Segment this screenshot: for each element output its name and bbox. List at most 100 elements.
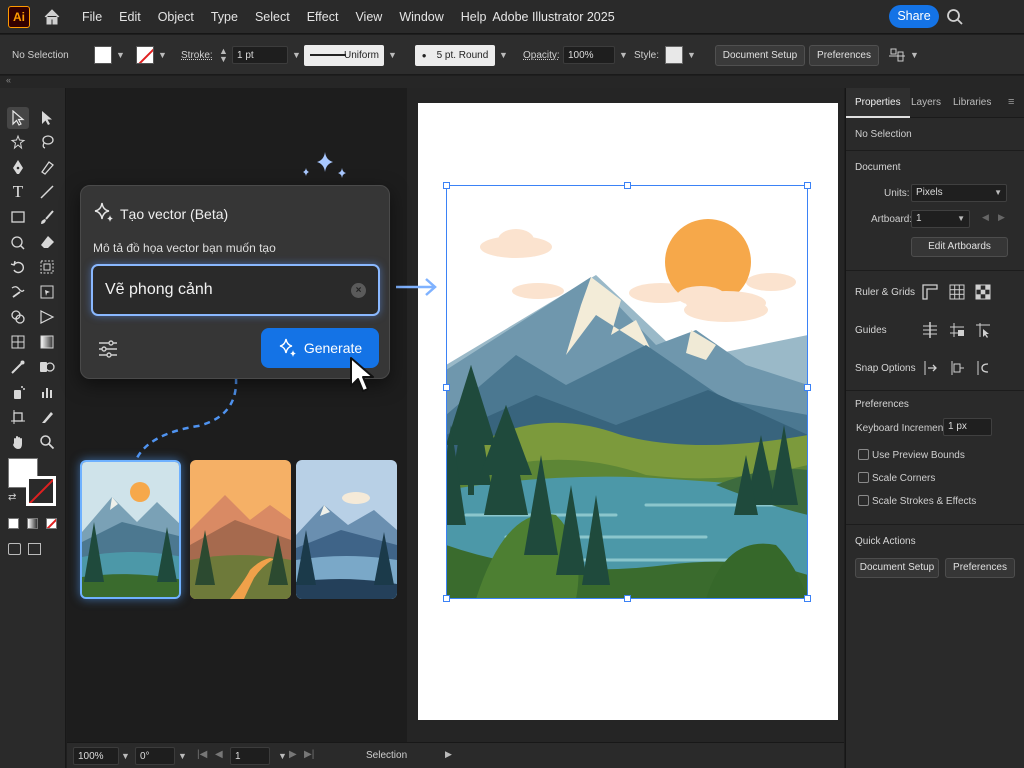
use-preview-bounds-checkbox[interactable] — [858, 449, 869, 460]
rotation-field[interactable]: 0° — [135, 747, 175, 765]
gradient-mode-icon[interactable] — [27, 518, 38, 529]
show-guides-icon[interactable] — [921, 321, 939, 339]
transparency-grid-icon[interactable] — [974, 283, 992, 301]
prompt-input[interactable]: Vẽ phong cảnh × — [91, 264, 380, 316]
lock-guides-icon[interactable] — [948, 321, 966, 339]
chevron-down-icon[interactable]: ▼ — [121, 751, 130, 761]
chevron-down-icon[interactable]: ▼ — [499, 50, 508, 60]
grid-icon[interactable] — [948, 283, 966, 301]
zoom-tool-icon[interactable] — [36, 431, 58, 453]
snap-to-glyph-icon[interactable] — [974, 359, 992, 377]
rectangle-tool-icon[interactable] — [7, 206, 29, 228]
stroke-swatch[interactable] — [136, 46, 154, 64]
resize-handle[interactable] — [443, 595, 450, 602]
chevron-down-icon[interactable]: ▼ — [158, 50, 167, 60]
variation-thumbnail-2[interactable] — [190, 460, 291, 599]
chevron-down-icon[interactable]: ▼ — [116, 50, 125, 60]
resize-handle[interactable] — [804, 182, 811, 189]
chevron-down-icon[interactable]: ▼ — [388, 50, 397, 60]
menu-object[interactable]: Object — [158, 10, 194, 24]
draw-mode-icon[interactable] — [8, 543, 21, 555]
tab-libraries[interactable]: Libraries — [953, 88, 991, 118]
none-mode-icon[interactable] — [46, 518, 57, 529]
free-transform-tool-icon[interactable] — [36, 281, 58, 303]
menu-file[interactable]: File — [82, 10, 102, 24]
menu-effect[interactable]: Effect — [307, 10, 339, 24]
shape-builder-tool-icon[interactable] — [7, 306, 29, 328]
previous-artboard-icon[interactable]: ◀ — [982, 212, 989, 223]
align-icon[interactable] — [888, 46, 906, 64]
hand-tool-icon[interactable] — [7, 431, 29, 453]
previous-artboard-icon[interactable]: ◀ — [215, 749, 223, 760]
home-icon[interactable] — [42, 7, 62, 27]
clear-icon[interactable]: × — [351, 283, 366, 298]
resize-handle[interactable] — [624, 595, 631, 602]
chevron-down-icon[interactable]: ▼ — [178, 751, 187, 761]
scale-strokes-effects-checkbox[interactable] — [858, 495, 869, 506]
variable-width-profile[interactable]: Uniform — [304, 44, 384, 66]
selection-bounding-box[interactable] — [446, 185, 808, 599]
first-artboard-icon[interactable]: |◀ — [197, 749, 207, 760]
blend-tool-icon[interactable] — [36, 356, 58, 378]
mesh-tool-icon[interactable] — [7, 331, 29, 353]
graph-tool-icon[interactable] — [36, 381, 58, 403]
quick-preferences-button[interactable]: Preferences — [945, 558, 1015, 578]
curvature-tool-icon[interactable] — [36, 156, 58, 178]
graphic-style-swatch[interactable] — [665, 46, 683, 64]
brush-definition[interactable]: ● 5 pt. Round — [415, 44, 495, 66]
snap-to-point-icon[interactable] — [921, 359, 939, 377]
tab-layers[interactable]: Layers — [911, 88, 941, 118]
stroke-color-swatch[interactable] — [26, 476, 56, 506]
gradient-tool-icon[interactable] — [36, 331, 58, 353]
menu-select[interactable]: Select — [255, 10, 290, 24]
stepper-icon[interactable]: ▲ ▼ — [219, 47, 228, 64]
chevron-down-icon[interactable]: ▼ — [278, 751, 287, 761]
rotate-tool-icon[interactable] — [7, 256, 29, 278]
opacity-field[interactable]: 100% — [563, 46, 615, 64]
perspective-grid-tool-icon[interactable] — [36, 306, 58, 328]
settings-sliders-icon[interactable] — [98, 340, 118, 358]
eraser-tool-icon[interactable] — [36, 231, 58, 253]
next-artboard-icon[interactable]: ▶ — [998, 212, 1005, 223]
artboard-select[interactable]: 1 ▼ — [911, 210, 970, 228]
paintbrush-tool-icon[interactable] — [36, 206, 58, 228]
swap-colors-icon[interactable]: ⇄ — [8, 492, 16, 503]
chevron-down-icon[interactable]: ▼ — [292, 50, 301, 60]
keyboard-increment-field[interactable]: 1 px — [943, 418, 992, 436]
stroke-weight-field[interactable]: 1 pt — [232, 46, 288, 64]
chevron-down-icon[interactable]: ▼ — [619, 50, 628, 60]
artboard-tool-icon[interactable] — [7, 406, 29, 428]
variation-thumbnail-1[interactable] — [80, 460, 181, 599]
shaper-tool-icon[interactable] — [7, 231, 29, 253]
quick-document-setup-button[interactable]: Document Setup — [855, 558, 939, 578]
chevron-down-icon[interactable]: ▼ — [687, 50, 696, 60]
status-menu-icon[interactable]: ▶ — [445, 749, 452, 760]
menu-edit[interactable]: Edit — [119, 10, 141, 24]
selection-tool-icon[interactable] — [7, 107, 29, 129]
slice-tool-icon[interactable] — [36, 406, 58, 428]
menu-window[interactable]: Window — [399, 10, 443, 24]
scale-tool-icon[interactable] — [36, 256, 58, 278]
line-tool-icon[interactable] — [36, 181, 58, 203]
chevron-down-icon[interactable]: ▼ — [910, 50, 919, 60]
share-button[interactable]: Share — [889, 5, 939, 28]
ruler-icon[interactable] — [921, 283, 939, 301]
preferences-button[interactable]: Preferences — [809, 44, 879, 66]
scale-corners-checkbox[interactable] — [858, 472, 869, 483]
screen-mode-icon[interactable] — [28, 543, 41, 555]
smart-guides-icon[interactable] — [974, 321, 992, 339]
magic-wand-tool-icon[interactable] — [7, 131, 29, 153]
next-artboard-icon[interactable]: ▶ — [289, 749, 297, 760]
pen-tool-icon[interactable] — [7, 156, 29, 178]
edit-artboards-button[interactable]: Edit Artboards — [911, 237, 1008, 257]
collapse-icon[interactable]: « — [6, 75, 11, 85]
snap-to-pixel-icon[interactable] — [948, 359, 966, 377]
warp-tool-icon[interactable] — [7, 281, 29, 303]
menu-view[interactable]: View — [355, 10, 382, 24]
fill-swatch[interactable] — [94, 46, 112, 64]
tab-properties[interactable]: Properties — [846, 88, 910, 118]
variation-thumbnail-3[interactable] — [296, 460, 397, 599]
artboard-navigator-field[interactable]: 1 — [230, 747, 270, 765]
eyedropper-tool-icon[interactable] — [7, 356, 29, 378]
resize-handle[interactable] — [804, 384, 811, 391]
